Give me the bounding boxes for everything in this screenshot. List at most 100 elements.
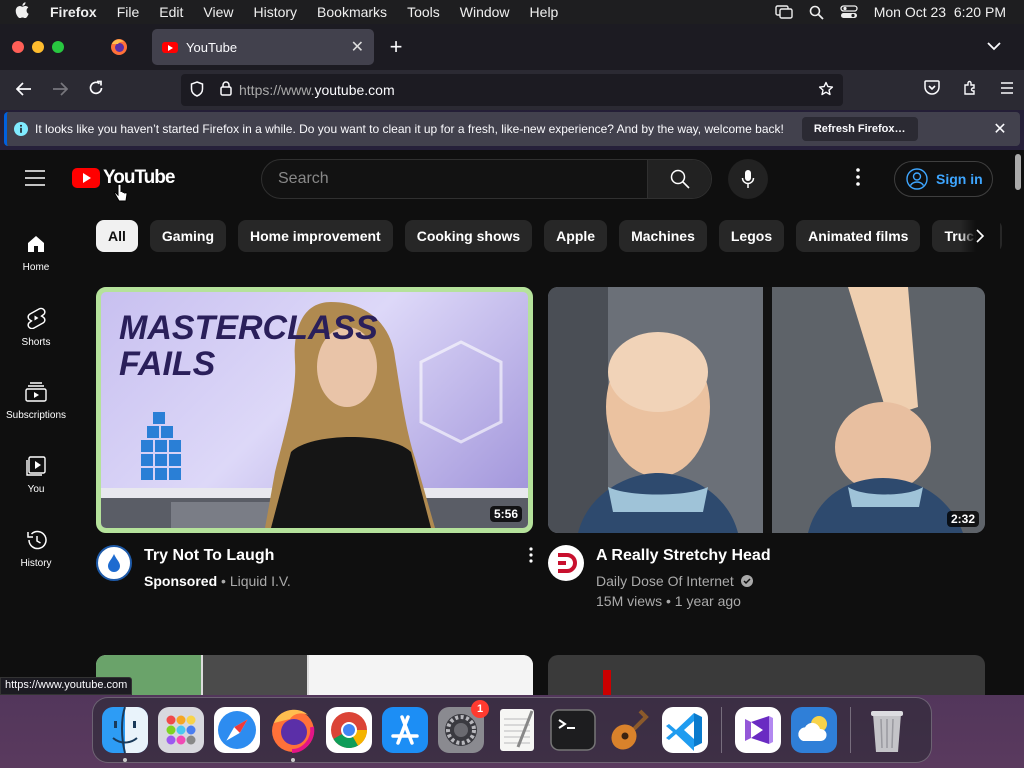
thumbnail-caption-line-2: FAILS	[119, 345, 216, 383]
dock-finder[interactable]	[99, 704, 151, 762]
screen-mirroring-icon[interactable]	[775, 5, 793, 19]
dock-textedit[interactable]	[491, 704, 543, 756]
chip-apple[interactable]: Apple	[544, 220, 608, 252]
reload-button[interactable]	[78, 80, 114, 101]
youtube-header: YouTube Sign in	[0, 150, 1010, 208]
tracking-protection-shield-icon[interactable]	[181, 80, 213, 100]
lock-icon[interactable]	[213, 81, 239, 99]
dock-trash[interactable]	[861, 704, 913, 756]
sidebar-item-history[interactable]: History	[0, 512, 72, 586]
back-button[interactable]	[6, 80, 42, 101]
sidebar-item-label: History	[20, 557, 52, 569]
extensions-icon[interactable]	[954, 80, 978, 101]
menu-history[interactable]: History	[243, 4, 307, 20]
chip-all[interactable]: All	[96, 220, 138, 252]
video-card[interactable]: MASTERCLASS FAILS 5:56 Try Not To Laugh …	[96, 287, 533, 591]
tab-youtube[interactable]: YouTube ✕	[152, 29, 374, 65]
apple-menu-icon[interactable]	[0, 2, 44, 22]
sidebar-item-you[interactable]: You	[0, 438, 72, 512]
close-tab-icon[interactable]: ✕	[351, 37, 364, 57]
sidebar-item-label: Home	[22, 261, 50, 273]
video-title[interactable]: A Really Stretchy Head	[596, 545, 771, 567]
video-thumbnail[interactable]	[548, 655, 985, 695]
scrollbar-thumb[interactable]	[1015, 154, 1021, 190]
dock-visual-studio[interactable]	[732, 704, 784, 756]
search-input[interactable]	[262, 160, 647, 198]
guide-menu-icon[interactable]	[24, 170, 46, 191]
terminal-icon	[550, 709, 596, 751]
bookmark-star-icon[interactable]	[809, 81, 843, 100]
daily-dose-logo-icon	[558, 553, 577, 573]
sidebar-item-home[interactable]: Home	[0, 216, 72, 290]
info-icon	[7, 122, 35, 136]
search-button[interactable]	[647, 160, 711, 198]
dock-launchpad[interactable]	[155, 704, 207, 756]
pocket-icon[interactable]	[924, 80, 940, 100]
menu-app-name[interactable]: Firefox	[44, 4, 107, 20]
video-thumbnail[interactable]	[96, 655, 533, 695]
channel-avatar[interactable]	[548, 545, 584, 581]
subscriptions-icon	[25, 381, 47, 402]
chips-next-button[interactable]	[960, 220, 1000, 252]
list-all-tabs-icon[interactable]	[964, 38, 1024, 56]
refresh-firefox-button[interactable]: Refresh Firefox…	[801, 117, 918, 141]
video-thumbnail[interactable]: MASTERCLASS FAILS 5:56	[96, 287, 533, 533]
sidebar-item-subscriptions[interactable]: Subscriptions	[0, 364, 72, 438]
spotlight-search-icon[interactable]	[809, 5, 824, 20]
menu-help[interactable]: Help	[520, 4, 569, 20]
settings-more-icon[interactable]	[856, 168, 860, 191]
control-center-icon[interactable]	[840, 5, 858, 19]
minimize-window-button[interactable]	[32, 41, 44, 53]
finder-icon	[102, 706, 148, 754]
menu-file[interactable]: File	[107, 4, 150, 20]
menu-view[interactable]: View	[193, 4, 243, 20]
video-card[interactable]: 2:32 A Really Stretchy Head Daily Dose O…	[548, 287, 985, 611]
sidebar-item-shorts[interactable]: Shorts	[0, 290, 72, 364]
chip-cooking-shows[interactable]: Cooking shows	[404, 220, 533, 252]
firefox-view-icon[interactable]	[86, 38, 152, 56]
search-box	[261, 159, 712, 199]
new-tab-button[interactable]: +	[374, 34, 418, 60]
chip-legos[interactable]: Legos	[718, 220, 785, 252]
dock-app-store[interactable]	[379, 704, 431, 756]
forward-button[interactable]	[42, 80, 78, 101]
running-indicator	[291, 758, 295, 762]
app-menu-icon[interactable]	[992, 81, 1014, 99]
close-notification-icon[interactable]: ✕	[980, 119, 1020, 139]
dock-firefox[interactable]	[267, 704, 319, 762]
video-thumbnail[interactable]: 2:32	[548, 287, 985, 533]
clock[interactable]: Mon Oct 23 6:20 PM	[874, 4, 1006, 20]
dock-instruments[interactable]	[603, 704, 655, 756]
menu-bookmarks[interactable]: Bookmarks	[307, 4, 397, 20]
menu-window[interactable]: Window	[450, 4, 520, 20]
video-title[interactable]: Try Not To Laugh	[144, 545, 291, 567]
voice-search-button[interactable]	[728, 159, 768, 199]
toolbar-right	[924, 70, 1014, 110]
sign-in-button[interactable]: Sign in	[894, 161, 993, 197]
chip-home-improvement[interactable]: Home improvement	[238, 220, 393, 252]
dock-safari[interactable]	[211, 704, 263, 756]
channel-name[interactable]: Daily Dose Of Internet	[596, 573, 734, 589]
url-text[interactable]: https://www.youtube.com	[239, 82, 809, 98]
page-scrollbar[interactable]	[1012, 150, 1024, 695]
dock-weather[interactable]	[788, 704, 840, 756]
link-status-url: https://www.youtube.com	[0, 677, 133, 695]
address-bar[interactable]: https://www.youtube.com	[181, 74, 843, 106]
channel-avatar[interactable]	[96, 545, 132, 581]
desktop: Firefox File Edit View History Bookmarks…	[0, 0, 1024, 768]
dock-system-settings[interactable]: 1	[435, 700, 489, 756]
menu-edit[interactable]: Edit	[149, 4, 193, 20]
sidebar-item-label: Subscriptions	[5, 409, 67, 421]
zoom-window-button[interactable]	[52, 41, 64, 53]
dock-chrome[interactable]	[323, 704, 375, 756]
chip-machines[interactable]: Machines	[619, 220, 707, 252]
video-more-icon[interactable]	[529, 545, 533, 591]
chip-gaming[interactable]: Gaming	[149, 220, 227, 252]
menu-tools[interactable]: Tools	[397, 4, 450, 20]
close-window-button[interactable]	[12, 41, 24, 53]
dock-terminal[interactable]	[547, 704, 599, 756]
search-icon	[670, 169, 690, 189]
chip-animated-films[interactable]: Animated films	[796, 220, 921, 252]
dock-vscode[interactable]	[659, 704, 711, 756]
channel-name[interactable]: Liquid I.V.	[230, 573, 291, 589]
